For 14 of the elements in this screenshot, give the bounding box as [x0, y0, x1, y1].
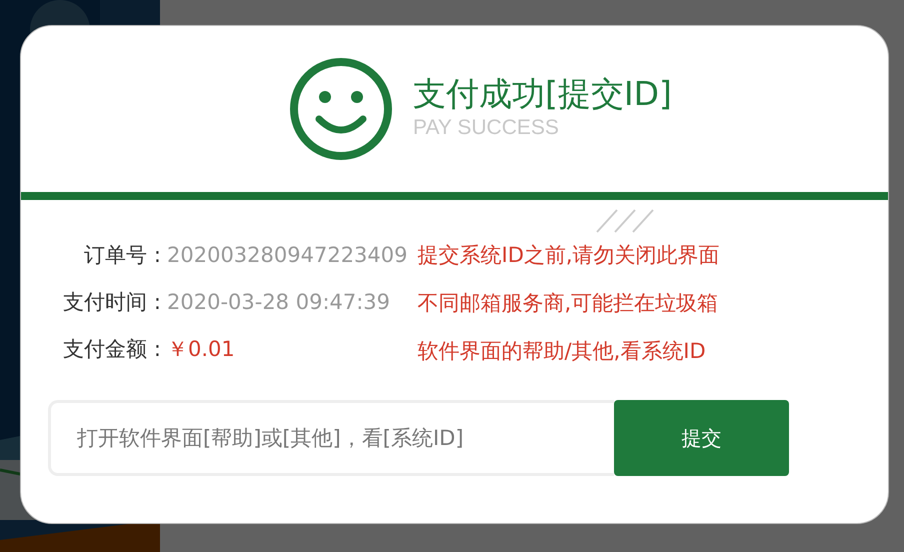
notice-text: 不同邮箱服务商,可能拦在垃圾箱	[418, 290, 720, 317]
amount-value: ￥0.01	[166, 336, 236, 363]
field-label: 支付时间 :	[62, 289, 161, 316]
field-label: 订单号 :	[83, 242, 161, 269]
dialog-title: 支付成功[提交ID]	[413, 73, 672, 115]
field-value: 202003280947223409	[166, 242, 408, 269]
submit-button[interactable]: 提交	[614, 400, 789, 476]
hatch-icon	[595, 208, 655, 234]
notice-text: 提交系统ID之前,请勿关闭此界面	[418, 242, 720, 269]
notice-text: 软件界面的帮助/其他,看系统ID	[418, 338, 707, 365]
field-value: 2020-03-28 09:47:39	[166, 289, 392, 316]
system-id-field[interactable]: 打开软件界面[帮助]或[其他]，看[系统ID]	[48, 400, 614, 476]
field-label: 支付金额 :	[62, 336, 161, 363]
smiley-icon	[289, 57, 393, 161]
